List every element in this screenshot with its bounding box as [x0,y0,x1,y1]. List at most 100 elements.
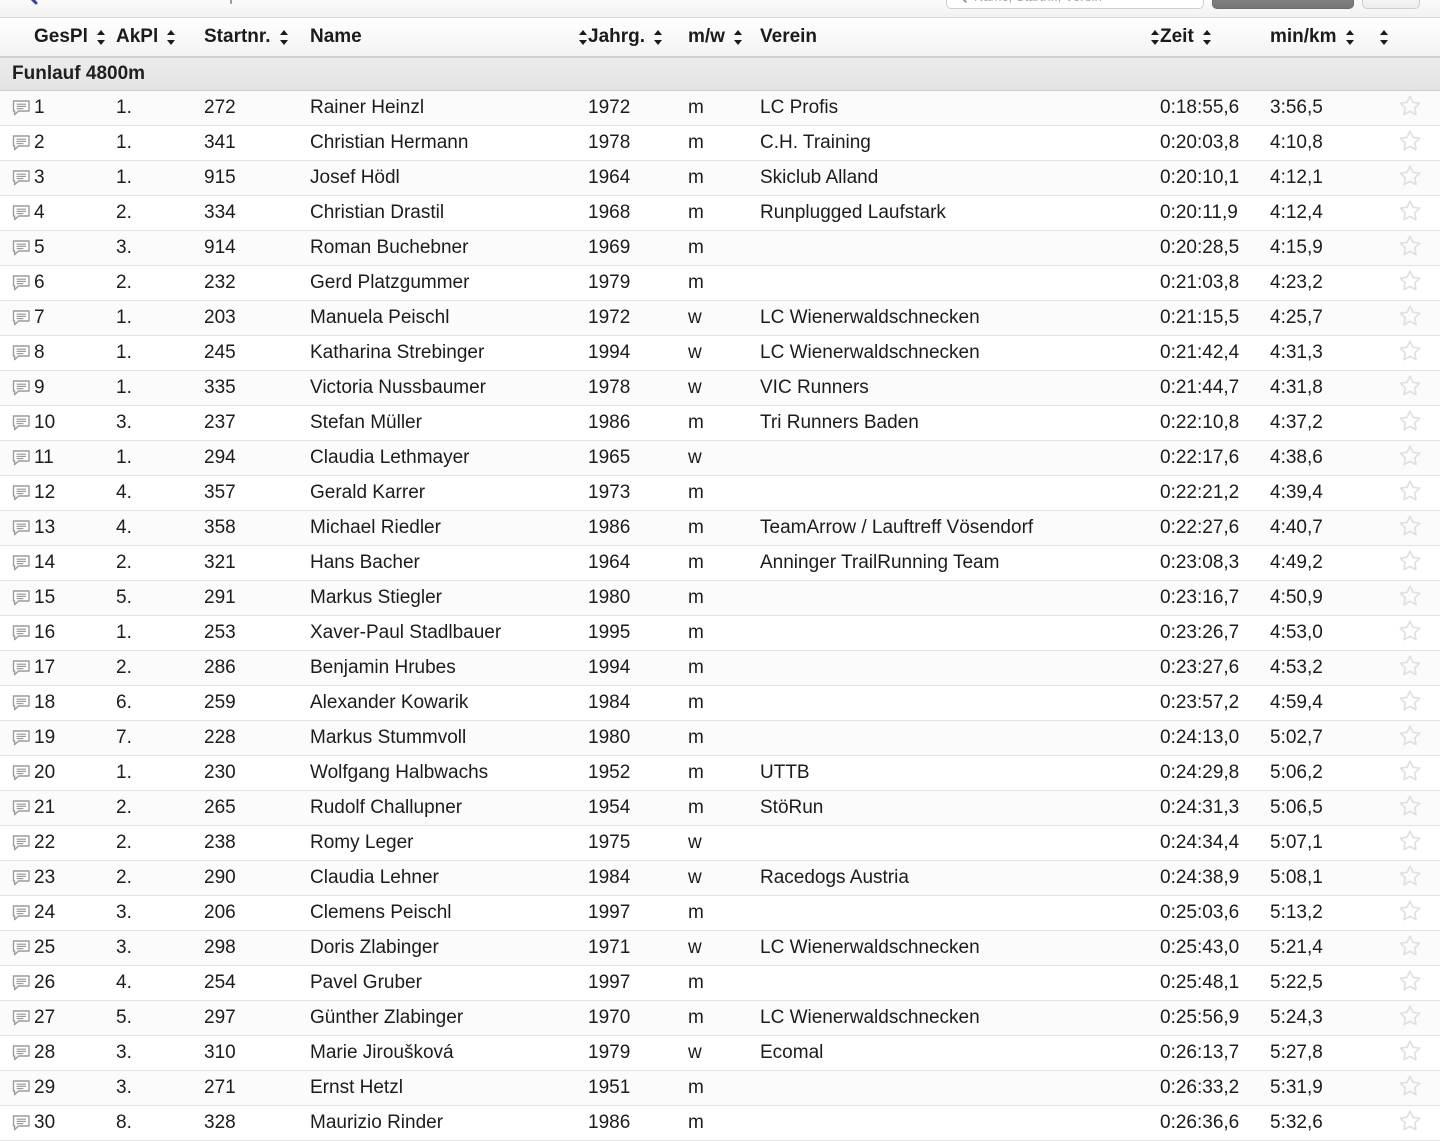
star-outline-icon[interactable] [1398,339,1422,362]
sort-toggle-akpl[interactable] [167,30,176,45]
comment-cell[interactable] [0,581,34,616]
star-outline-icon[interactable] [1398,479,1422,502]
favorite-cell[interactable] [1380,966,1440,1001]
favorite-cell[interactable] [1380,861,1440,896]
table-row[interactable]: 31.915Josef Hödl1964mSkiclub Alland0:20:… [0,161,1440,196]
comment-icon[interactable] [12,695,31,711]
comment-icon[interactable] [12,975,31,991]
comment-cell[interactable] [0,826,34,861]
table-row[interactable]: 172.286Benjamin Hrubes1994m0:23:27,64:53… [0,651,1440,686]
star-outline-icon[interactable] [1398,759,1422,782]
comment-cell[interactable] [0,1071,34,1106]
star-outline-icon[interactable] [1398,1004,1422,1027]
star-outline-icon[interactable] [1398,444,1422,467]
comment-icon[interactable] [12,835,31,851]
comment-icon[interactable] [12,485,31,501]
comment-cell[interactable] [0,966,34,1001]
comment-cell[interactable] [0,336,34,371]
comment-icon[interactable] [12,765,31,781]
comment-icon[interactable] [12,100,31,116]
star-outline-icon[interactable] [1398,1039,1422,1062]
star-outline-icon[interactable] [1398,899,1422,922]
favorite-cell[interactable] [1380,546,1440,581]
favorite-cell[interactable] [1380,1071,1440,1106]
close-button[interactable]: ✕ [1362,0,1420,9]
table-row[interactable]: 212.265Rudolf Challupner1954mStöRun0:24:… [0,791,1440,826]
comment-cell[interactable] [0,756,34,791]
table-row[interactable]: 91.335Victoria Nussbaumer1978wVIC Runner… [0,371,1440,406]
comment-icon[interactable] [12,380,31,396]
star-outline-icon[interactable] [1398,619,1422,642]
table-row[interactable]: 293.271Ernst Hetzl1951m0:26:33,25:31,9 [0,1071,1440,1106]
comment-icon[interactable] [12,170,31,186]
more-options-icon[interactable] [305,0,335,6]
comment-icon[interactable] [12,450,31,466]
comment-icon[interactable] [12,135,31,151]
table-row[interactable]: 232.290Claudia Lehner1984wRacedogs Austr… [0,861,1440,896]
table-row[interactable]: 243.206Clemens Peischl1997m0:25:03,65:13… [0,896,1440,931]
star-outline-icon[interactable] [1398,269,1422,292]
comment-cell[interactable] [0,721,34,756]
comment-cell[interactable] [0,1001,34,1036]
comment-cell[interactable] [0,441,34,476]
table-row[interactable]: 142.321Hans Bacher1964mAnninger TrailRun… [0,546,1440,581]
table-row[interactable]: 53.914Roman Buchebner1969m0:20:28,54:15,… [0,231,1440,266]
header-gespl[interactable]: GesPl [34,18,116,57]
table-row[interactable]: 42.334Christian Drastil1968mRunplugged L… [0,196,1440,231]
comment-cell[interactable] [0,791,34,826]
comment-cell[interactable] [0,616,34,651]
favorite-cell[interactable] [1380,161,1440,196]
favorite-cell[interactable] [1380,196,1440,231]
favorite-cell[interactable] [1380,1106,1440,1141]
star-outline-icon[interactable] [1398,374,1422,397]
star-outline-icon[interactable] [1398,409,1422,432]
header-startnr[interactable]: Startnr. [204,18,310,57]
comment-icon[interactable] [12,1010,31,1026]
favorite-cell[interactable] [1380,371,1440,406]
favorite-cell[interactable] [1380,721,1440,756]
favorite-cell[interactable] [1380,126,1440,161]
table-row[interactable]: 71.203Manuela Peischl1972wLC Wienerwalds… [0,301,1440,336]
comment-cell[interactable] [0,546,34,581]
comment-cell[interactable] [0,371,34,406]
favorite-cell[interactable] [1380,476,1440,511]
comment-icon[interactable] [12,625,31,641]
star-outline-icon[interactable] [1398,549,1422,572]
table-row[interactable]: 186.259Alexander Kowarik1984m0:23:57,24:… [0,686,1440,721]
star-outline-icon[interactable] [1398,199,1422,222]
favorite-cell[interactable] [1380,336,1440,371]
comment-icon[interactable] [12,345,31,361]
comment-icon[interactable] [12,240,31,256]
comment-icon[interactable] [12,730,31,746]
star-outline-icon[interactable] [1398,304,1422,327]
sort-toggle-jahrg[interactable] [654,30,663,45]
favorite-cell[interactable] [1380,791,1440,826]
search-button[interactable]: Suchen [1212,0,1354,9]
favorite-cell[interactable] [1380,931,1440,966]
search-field-wrapper[interactable] [946,0,1204,9]
star-outline-icon[interactable] [1398,969,1422,992]
star-outline-icon[interactable] [1398,654,1422,677]
comment-icon[interactable] [12,905,31,921]
favorite-cell[interactable] [1380,581,1440,616]
comment-icon[interactable] [12,1045,31,1061]
comment-cell[interactable] [0,91,34,126]
comment-icon[interactable] [12,590,31,606]
table-row[interactable]: 264.254Pavel Gruber1997m0:25:48,15:22,5 [0,966,1440,1001]
favorite-cell[interactable] [1380,266,1440,301]
comment-cell[interactable] [0,196,34,231]
header-name[interactable]: Name [310,18,588,57]
star-outline-icon[interactable] [1398,584,1422,607]
favorite-cell[interactable] [1380,756,1440,791]
table-row[interactable]: 308.328Maurizio Rinder1986m0:26:36,65:32… [0,1106,1440,1141]
comment-cell[interactable] [0,1106,34,1141]
star-outline-icon[interactable] [1398,129,1422,152]
comment-cell[interactable] [0,161,34,196]
favorite-cell[interactable] [1380,511,1440,546]
header-minkm[interactable]: min/km [1270,18,1380,57]
comment-icon[interactable] [12,275,31,291]
table-row[interactable]: 253.298Doris Zlabinger1971wLC Wienerwald… [0,931,1440,966]
favorite-cell[interactable] [1380,91,1440,126]
comment-icon[interactable] [12,415,31,431]
comment-cell[interactable] [0,896,34,931]
